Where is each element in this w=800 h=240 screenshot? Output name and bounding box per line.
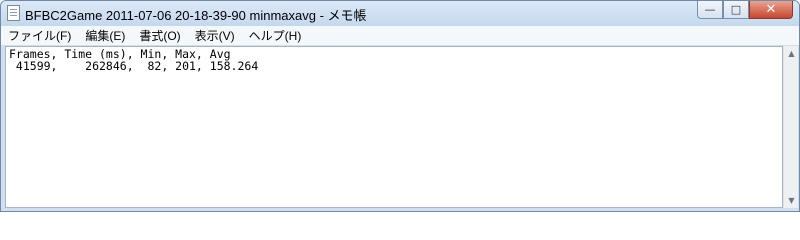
- close-button[interactable]: ✕: [749, 1, 793, 19]
- text-editor[interactable]: Frames, Time (ms), Min, Max, Avg 41599, …: [5, 46, 783, 208]
- menu-format[interactable]: 書式(O): [132, 27, 187, 44]
- caption-buttons: — □ ✕: [697, 1, 793, 20]
- menu-bar: ファイル(F) 編集(E) 書式(O) 表示(V) ヘルプ(H): [1, 26, 799, 46]
- scroll-up-arrow-icon[interactable]: ▲: [786, 48, 797, 59]
- maximize-button[interactable]: □: [723, 1, 749, 19]
- title-bar[interactable]: BFBC2Game 2011-07-06 20-18-39-90 minmaxa…: [1, 1, 799, 26]
- minimize-button[interactable]: —: [697, 1, 723, 19]
- text-line-values: 41599, 262846, 82, 201, 158.264: [9, 59, 259, 73]
- notepad-icon[interactable]: [7, 5, 20, 21]
- menu-edit[interactable]: 編集(E): [78, 27, 132, 44]
- vertical-scrollbar[interactable]: ▲ ▼: [783, 46, 798, 208]
- scroll-down-arrow-icon[interactable]: ▼: [786, 195, 797, 206]
- menu-view[interactable]: 表示(V): [188, 27, 242, 44]
- window-title: BFBC2Game 2011-07-06 20-18-39-90 minmaxa…: [25, 8, 367, 23]
- menu-help[interactable]: ヘルプ(H): [242, 27, 309, 44]
- notepad-window: BFBC2Game 2011-07-06 20-18-39-90 minmaxa…: [0, 0, 800, 212]
- editor-text[interactable]: Frames, Time (ms), Min, Max, Avg 41599, …: [6, 47, 782, 73]
- menu-file[interactable]: ファイル(F): [1, 27, 78, 44]
